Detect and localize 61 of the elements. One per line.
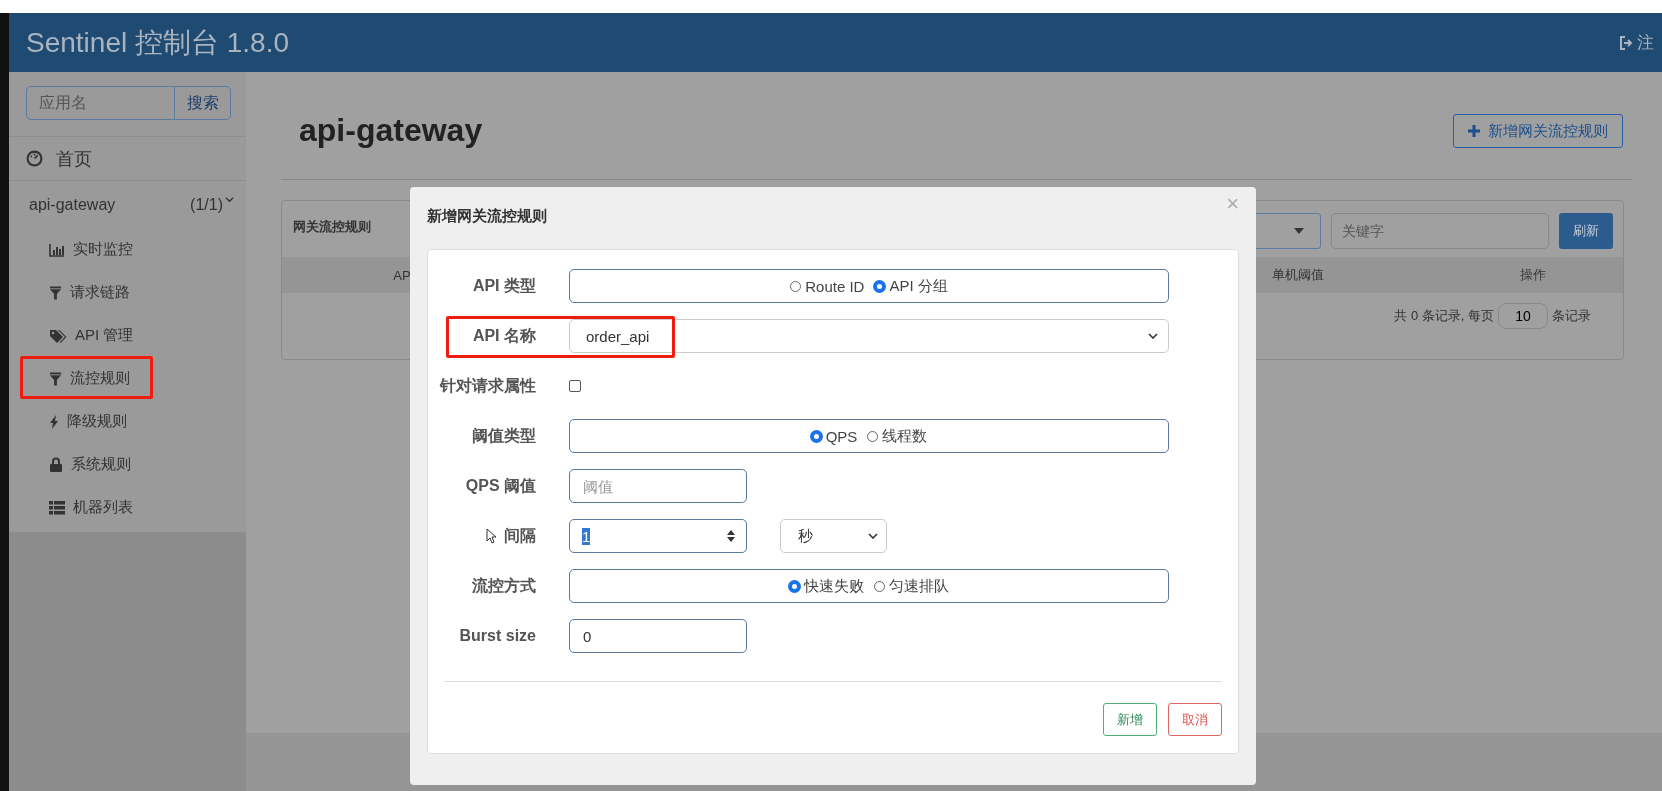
page-title: api-gateway xyxy=(299,112,483,149)
record-count: 共 0 条记录, 每页 xyxy=(1394,307,1494,325)
page-size-field[interactable]: 10 xyxy=(1498,303,1548,329)
logout-link[interactable]: 注 xyxy=(1618,31,1662,54)
radio-option[interactable]: 线程数 xyxy=(867,426,928,446)
sidebar-item[interactable]: 实时监控 xyxy=(9,240,133,259)
sidebar-item[interactable]: 系统规则 xyxy=(9,455,131,474)
field-label: API 类型 xyxy=(472,275,536,296)
input-field[interactable]: 0 xyxy=(569,619,747,653)
field-label: 间隔 xyxy=(504,525,536,546)
bar-chart-icon xyxy=(49,242,65,257)
lock-icon xyxy=(49,457,63,472)
list-icon xyxy=(49,500,65,515)
keyword-field[interactable]: 关键字 xyxy=(1331,213,1549,249)
radio-option[interactable]: QPS xyxy=(810,427,858,445)
chevron-icon xyxy=(868,533,878,539)
field-label: 针对请求属性 xyxy=(440,375,536,396)
chevron-icon xyxy=(1148,333,1158,339)
cancel-button[interactable]: 取消 xyxy=(1168,703,1222,736)
filter-icon xyxy=(49,285,62,300)
field-label: 流控方式 xyxy=(472,575,536,596)
app-title: Sentinel 控制台 1.8.0 xyxy=(26,25,290,60)
filter-icon xyxy=(49,371,62,386)
search-button[interactable]: 搜索 xyxy=(175,86,231,120)
dialog-title: 新增网关流控规则 xyxy=(427,207,547,226)
number-field[interactable]: 1 xyxy=(569,519,747,553)
cursor-icon xyxy=(486,528,496,544)
spinner-icon xyxy=(726,529,736,543)
refresh-button[interactable]: 刷新 xyxy=(1559,213,1613,249)
field-label: API 名称 xyxy=(472,325,536,346)
panel-title: 网关流控规则 xyxy=(293,218,371,236)
app-search-field[interactable]: 应用名 xyxy=(26,86,175,120)
sidebar-item[interactable]: 请求链路 xyxy=(9,283,130,302)
sidebar-item[interactable]: API 管理 xyxy=(9,326,134,345)
field-label: QPS 阈值 xyxy=(465,475,536,496)
column-header: AP xyxy=(393,267,411,283)
plus-icon xyxy=(1468,125,1480,137)
lightning-icon xyxy=(49,414,59,429)
dashboard-icon xyxy=(26,150,43,167)
caret-icon xyxy=(1294,228,1304,234)
tags-icon xyxy=(49,328,67,343)
radio-option[interactable]: API 分组 xyxy=(874,276,948,296)
radio-option[interactable]: 快速失败 xyxy=(789,576,864,596)
radio-option[interactable]: 匀速排队 xyxy=(874,576,949,596)
unit-select[interactable]: 秒 xyxy=(780,519,887,553)
app-menu-item[interactable]: api-gateway (1/1) xyxy=(9,181,246,228)
sidebar-item[interactable]: 降级规则 xyxy=(9,412,127,431)
input-field[interactable]: 阈值 xyxy=(569,469,747,503)
records-label: 条记录 xyxy=(1552,307,1591,325)
logout-icon xyxy=(1618,34,1634,51)
add-rule-button[interactable]: 新增网关流控规则 xyxy=(1453,114,1623,148)
api-name-select[interactable]: order_api xyxy=(569,319,1169,353)
field-label: Burst size xyxy=(459,627,536,645)
sidebar-item[interactable]: 机器列表 xyxy=(9,498,133,517)
radio-option[interactable]: Route ID xyxy=(790,277,865,295)
sidebar-item[interactable]: 流控规则 xyxy=(9,369,130,388)
column-header: 单机阈值 xyxy=(1272,266,1324,284)
add-button[interactable]: 新增 xyxy=(1103,703,1157,736)
column-header: 操作 xyxy=(1520,266,1546,284)
checkbox[interactable] xyxy=(569,380,581,392)
field-label: 阈值类型 xyxy=(472,425,536,446)
